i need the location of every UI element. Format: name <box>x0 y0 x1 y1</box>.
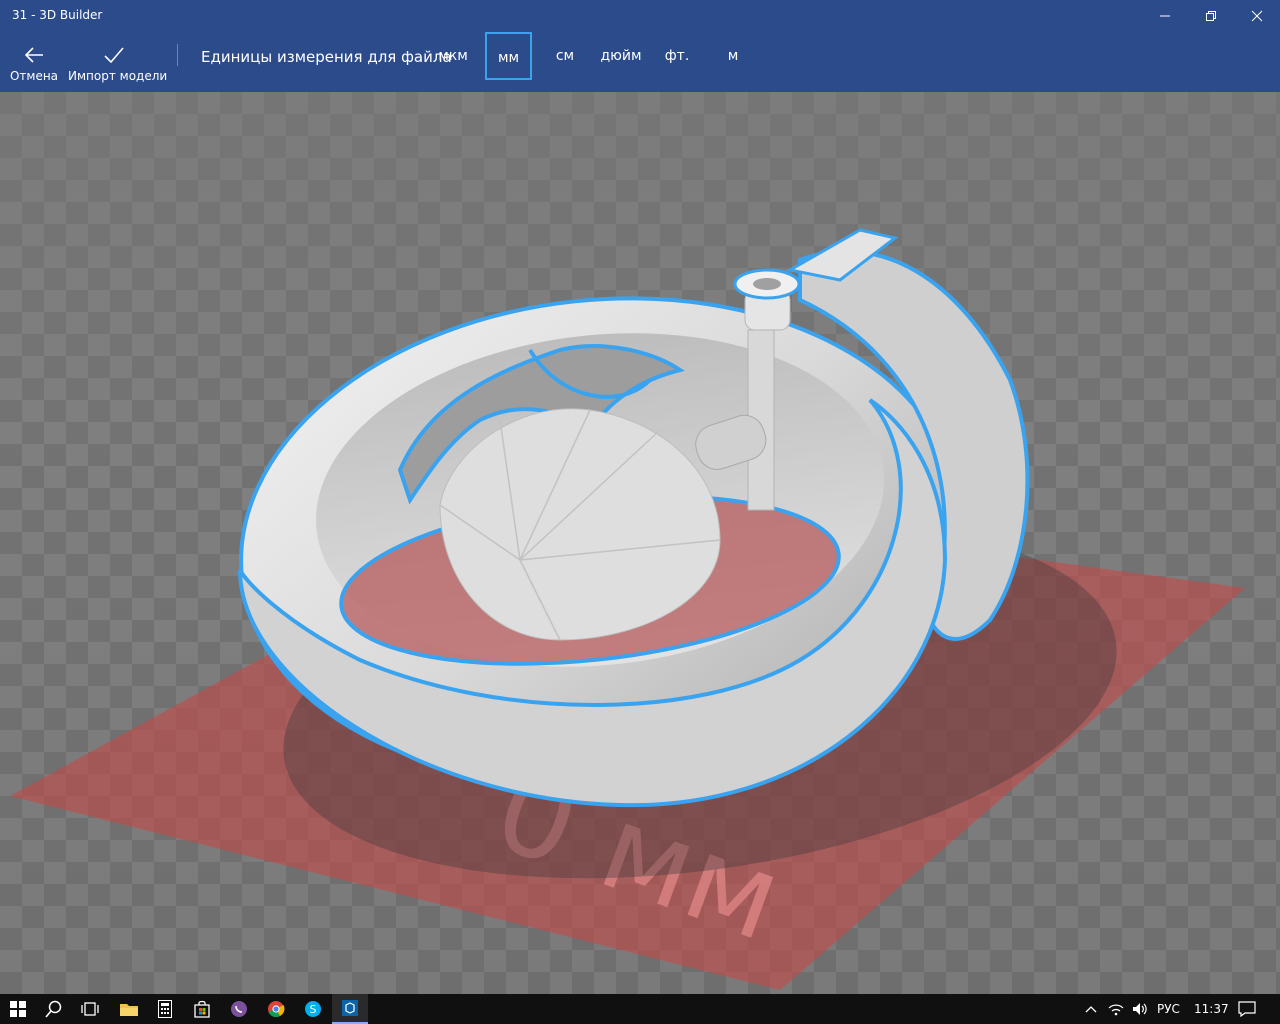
file-explorer-icon <box>120 1004 138 1016</box>
chrome-icon <box>268 1001 285 1018</box>
wifi-icon <box>1108 1004 1124 1016</box>
search-button[interactable] <box>36 994 72 1024</box>
chevron-up-icon <box>1085 1006 1097 1013</box>
3d-scene: 0 мм <box>10 228 1245 990</box>
viber-button[interactable] <box>221 994 257 1024</box>
minimize-icon <box>1160 15 1170 17</box>
unit-option-m[interactable]: м <box>718 32 748 80</box>
speaker-icon <box>1133 1003 1147 1015</box>
task-view-icon <box>81 1002 99 1016</box>
units-label: Единицы измерения для файла <box>201 48 452 66</box>
chrome-button[interactable] <box>258 994 294 1024</box>
cancel-button[interactable]: Отмена <box>8 32 60 92</box>
unit-option-inch[interactable]: дюйм <box>596 32 646 80</box>
unit-option-mm[interactable]: мм <box>485 32 532 80</box>
search-icon <box>45 1000 62 1018</box>
close-button[interactable] <box>1234 0 1280 32</box>
close-icon <box>1251 10 1263 22</box>
checkmark-icon <box>104 47 124 64</box>
toolbar-divider <box>177 44 178 66</box>
show-hidden-icons-button[interactable] <box>1085 994 1099 1024</box>
cancel-label: Отмена <box>9 69 59 83</box>
file-explorer-button[interactable] <box>111 994 147 1024</box>
action-center-button[interactable] <box>1238 994 1258 1024</box>
skype-button[interactable]: S <box>295 994 331 1024</box>
taskbar: S РУС 11:37 <box>0 994 1280 1024</box>
store-icon <box>194 1000 210 1018</box>
svg-text:S: S <box>310 1003 317 1016</box>
restore-button[interactable] <box>1188 0 1234 32</box>
toolbar: Отмена Импорт модели Единицы измерения д… <box>0 32 1280 92</box>
app-window: 31 - 3D Builder Отмена Импорт модели Еди… <box>0 0 1280 1024</box>
3d-builder-taskbar-button[interactable] <box>332 994 368 1024</box>
3d-viewport[interactable]: 0 мм <box>0 92 1280 994</box>
language-indicator[interactable]: РУС <box>1157 994 1180 1024</box>
task-view-button[interactable] <box>72 994 108 1024</box>
start-button[interactable] <box>0 994 36 1024</box>
calculator-icon <box>158 1000 172 1018</box>
clock[interactable]: 11:37 <box>1194 994 1229 1024</box>
title-bar: 31 - 3D Builder <box>0 0 1280 32</box>
unit-option-cm[interactable]: см <box>546 32 584 80</box>
skype-icon: S <box>305 1001 321 1017</box>
network-button[interactable] <box>1108 994 1126 1024</box>
back-arrow-icon <box>24 47 43 63</box>
viber-icon <box>231 1001 247 1017</box>
import-model-label: Импорт модели <box>68 69 168 83</box>
unit-option-mkm[interactable]: мкм <box>432 32 474 80</box>
notification-icon <box>1238 1001 1256 1018</box>
volume-button[interactable] <box>1132 994 1150 1024</box>
import-model-button[interactable]: Импорт модели <box>68 32 168 92</box>
3d-builder-icon <box>342 1000 358 1016</box>
minimize-button[interactable] <box>1142 0 1188 32</box>
windows-start-icon <box>10 1001 26 1017</box>
unit-option-ft[interactable]: фт. <box>660 32 694 80</box>
window-title: 31 - 3D Builder <box>12 8 103 22</box>
store-button[interactable] <box>184 994 220 1024</box>
restore-icon <box>1206 11 1216 21</box>
calculator-button[interactable] <box>147 994 183 1024</box>
